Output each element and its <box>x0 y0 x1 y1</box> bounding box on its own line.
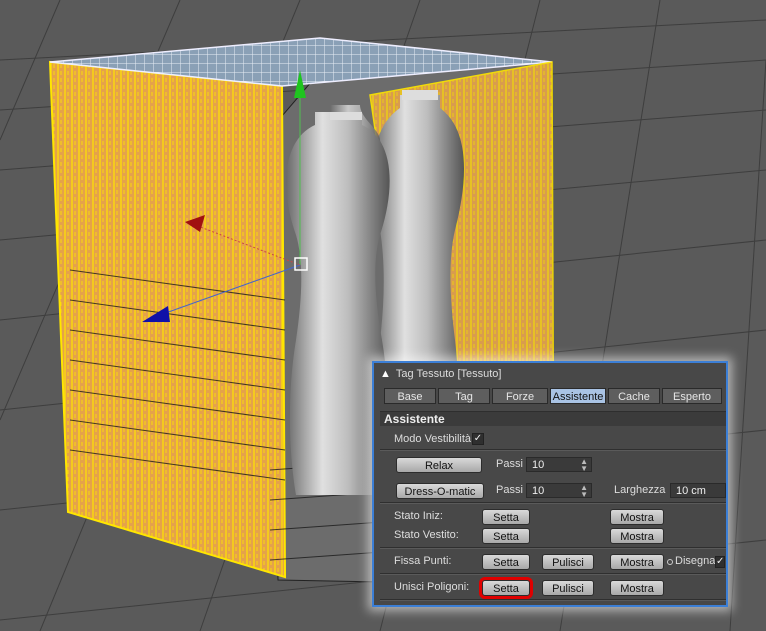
stato-vestito-label: Stato Vestito: <box>394 529 459 541</box>
panel-title-text: Tag Tessuto [Tessuto] <box>395 368 502 380</box>
disegna-checkbox[interactable]: ✓ <box>715 556 725 568</box>
relax-passi-label: Passi <box>496 458 523 470</box>
tab-base[interactable]: Base <box>384 388 436 404</box>
unisci-poligoni-mostra-button[interactable]: Mostra <box>610 580 664 596</box>
fissa-punti-label: Fissa Punti: <box>394 555 452 567</box>
fissa-punti-setta-button[interactable]: Setta <box>482 554 530 570</box>
checkmark-icon: ✓ <box>716 556 725 567</box>
section-title: Assistente <box>380 411 726 426</box>
unisci-poligoni-label: Unisci Poligoni: <box>394 581 470 593</box>
tab-assistente[interactable]: Assistente <box>550 388 606 404</box>
dress-passi-label: Passi <box>496 484 523 496</box>
dress-o-matic-button[interactable]: Dress-O-matic <box>396 483 484 499</box>
shirt-icon: ▲ <box>380 368 391 380</box>
tab-tag[interactable]: Tag <box>438 388 490 404</box>
spinner-arrows-icon[interactable]: ▲ ▼ <box>580 458 588 473</box>
relax-button[interactable]: Relax <box>396 457 482 473</box>
dress-passi-value: 10 <box>532 485 545 497</box>
modo-vestibilita-label: Modo Vestibilità <box>394 433 472 445</box>
divider <box>380 547 726 549</box>
fissa-punti-mostra-button[interactable]: Mostra <box>610 554 664 570</box>
modo-vestibilita-checkbox[interactable]: ✓ <box>472 433 484 445</box>
larghezza-field[interactable]: 10 cm <box>670 483 726 498</box>
unisci-poligoni-pulisci-button[interactable]: Pulisci <box>542 580 594 596</box>
dress-passi-field[interactable]: 10 ▲ ▼ <box>526 483 592 499</box>
tab-esperto[interactable]: Esperto <box>662 388 722 404</box>
disegna-label: Disegna <box>675 555 716 567</box>
stato-iniz-setta-button[interactable]: Setta <box>482 509 530 525</box>
stato-vestito-setta-button[interactable]: Setta <box>482 528 530 544</box>
tab-cache[interactable]: Cache <box>608 388 660 404</box>
spinner-arrows-icon[interactable]: ▲ ▼ <box>580 484 588 499</box>
cloth-tag-panel: ▲ Tag Tessuto [Tessuto] Base Tag Forze A… <box>372 361 728 607</box>
divider <box>380 449 726 451</box>
fissa-punti-pulisci-button[interactable]: Pulisci <box>542 554 594 570</box>
disegna-radio-icon[interactable] <box>667 559 673 565</box>
relax-passi-value: 10 <box>532 459 545 471</box>
stato-vestito-mostra-button[interactable]: Mostra <box>610 528 664 544</box>
unisci-poligoni-setta-button[interactable]: Setta <box>479 577 533 599</box>
divider <box>380 599 726 601</box>
larghezza-label: Larghezza <box>614 484 666 496</box>
stato-iniz-label: Stato Iniz: <box>394 510 443 522</box>
tab-bar: Base Tag Forze Assistente Cache Esperto <box>384 388 722 404</box>
checkmark-icon: ✓ <box>473 433 483 444</box>
divider <box>380 573 726 575</box>
relax-passi-field[interactable]: 10 ▲ ▼ <box>526 457 592 473</box>
divider <box>380 502 726 504</box>
stato-iniz-mostra-button[interactable]: Mostra <box>610 509 664 525</box>
panel-title: ▲ Tag Tessuto [Tessuto] <box>380 367 501 381</box>
tab-forze[interactable]: Forze <box>492 388 548 404</box>
